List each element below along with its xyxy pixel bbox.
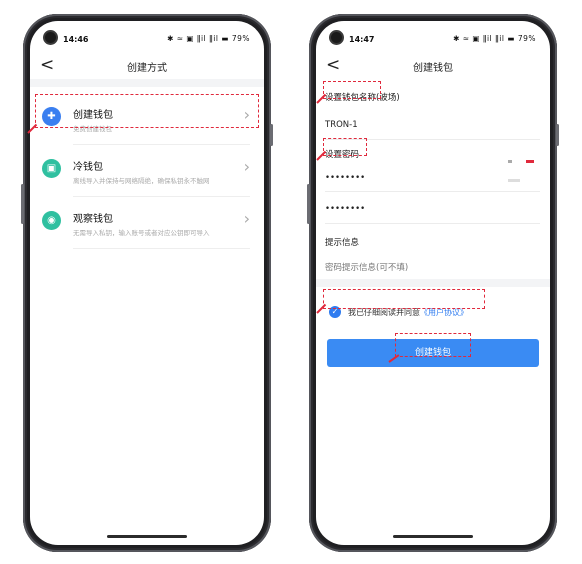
power-button <box>21 184 24 224</box>
annotation-box <box>323 289 485 309</box>
nav-bar: < 创建方式 <box>30 53 264 79</box>
chevron-right-icon: › <box>243 209 250 228</box>
wallet-name-input[interactable]: TRON-1 <box>325 120 358 130</box>
terms-link[interactable]: 《用户协议》 <box>420 308 468 317</box>
annotation-box <box>395 333 471 357</box>
agree-text: 我已仔细阅读并同意 <box>348 308 420 317</box>
option-subtitle: 无需导入私钥，输入账号或者对应公钥即可导入 <box>73 229 210 237</box>
option-title: 观察钱包 <box>73 214 113 225</box>
page-title: 创建钱包 <box>413 63 453 74</box>
annotation-box <box>323 81 381 99</box>
nav-bar: < 创建钱包 <box>316 53 550 79</box>
confirm-password-input[interactable]: •••••••• <box>325 204 365 214</box>
status-icons: ✱ ≈ ▣ ǁil ǁil ▬ 79% <box>453 34 536 43</box>
divider <box>73 248 250 249</box>
camera-hole <box>331 32 342 43</box>
volume-button <box>556 124 559 146</box>
option-cold-wallet[interactable]: ▣ 冷钱包 离线导入并保持与网络隔绝，确保私钥永不触网 › <box>30 145 264 197</box>
section-gap <box>30 79 264 87</box>
password-input[interactable]: •••••••• <box>325 173 365 183</box>
status-bar: 14:46 ✱ ≈ ▣ ǁil ǁil ▬ 79% <box>30 21 264 47</box>
home-indicator <box>107 535 187 538</box>
camera-hole <box>45 32 56 43</box>
divider <box>325 191 540 192</box>
annotation-box <box>323 138 367 156</box>
volume-button <box>270 124 273 146</box>
password-strength-meter <box>508 151 538 182</box>
phone-right: 14:47 ✱ ≈ ▣ ǁil ǁil ▬ 79% < 创建钱包 设置钱包名称(… <box>307 14 559 552</box>
hint-input[interactable]: 密码提示信息(可不填) <box>325 261 408 273</box>
status-icons: ✱ ≈ ▣ ǁil ǁil ▬ 79% <box>167 34 250 43</box>
divider <box>325 223 540 224</box>
status-bar: 14:47 ✱ ≈ ▣ ǁil ǁil ▬ 79% <box>316 21 550 47</box>
status-time: 14:46 <box>63 35 89 44</box>
page-title: 创建方式 <box>127 63 167 74</box>
option-subtitle: 离线导入并保持与网络隔绝，确保私钥永不触网 <box>73 177 210 185</box>
chevron-right-icon: › <box>243 157 250 176</box>
screen-create-wallet: 14:47 ✱ ≈ ▣ ǁil ǁil ▬ 79% < 创建钱包 设置钱包名称(… <box>316 21 550 545</box>
section-gap <box>316 279 550 287</box>
home-indicator <box>393 535 473 538</box>
option-watch-wallet[interactable]: ◉ 观察钱包 无需导入私钥，输入账号或者对应公钥即可导入 › <box>30 197 264 249</box>
cold-wallet-icon: ▣ <box>42 159 61 178</box>
status-time: 14:47 <box>349 35 375 44</box>
power-button <box>307 184 310 224</box>
phone-left: 14:46 ✱ ≈ ▣ ǁil ǁil ▬ 79% < 创建方式 ✚ 创建钱包 … <box>21 14 273 552</box>
annotation-box <box>35 94 259 128</box>
eye-icon: ◉ <box>42 211 61 230</box>
hint-label: 提示信息 <box>325 238 360 248</box>
option-title: 冷钱包 <box>73 162 103 173</box>
